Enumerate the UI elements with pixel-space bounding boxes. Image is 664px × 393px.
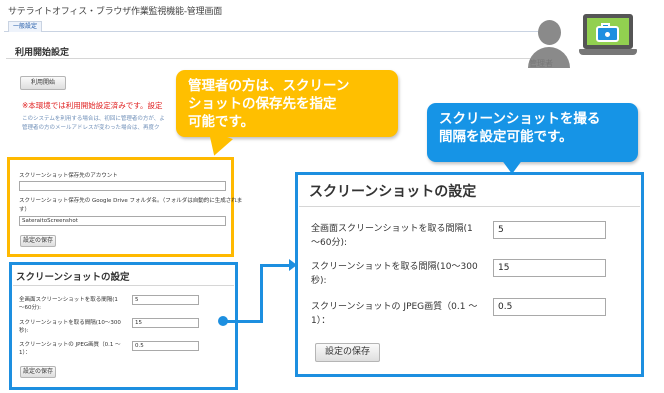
full-interval-label-line: ～60分): <box>19 305 41 311</box>
admin-person-head <box>538 20 561 45</box>
laptop-camera-icon <box>579 13 637 58</box>
app-title: サテライトオフィス・ブラウザ作業監視機能-管理画面 <box>8 7 223 17</box>
zoomed-jpeg-quality-input[interactable]: 0.5 <box>493 298 606 316</box>
zoomed-full-interval-label: 全画面スクリーンショットを取る間隔(1 ～60分): <box>311 222 496 250</box>
usage-warning-text: ※本環境では利用開始設定済みです。設定 <box>22 101 163 110</box>
tab-bar: 一般設定 <box>4 19 544 32</box>
interval-callout-line: 間隔を設定可能です。 <box>439 129 573 145</box>
interval-label-line: スクリーンショットを取る間隔(10～300 <box>19 320 121 326</box>
start-usage-button[interactable]: 利用開始 <box>20 76 66 90</box>
zoomed-jpeg-quality-label: スクリーンショットの JPEG画質（0.1 ～ 1）： <box>311 300 496 328</box>
folder-label-continued: す） <box>19 207 31 213</box>
zoomed-save-button[interactable]: 設定の保存 <box>315 343 380 362</box>
zoomed-settings-divider <box>299 206 640 207</box>
interval-input[interactable]: 15 <box>132 318 199 328</box>
connector-line <box>224 320 263 323</box>
full-interval-label-line: 全画面スクリーンショットを取る間隔(1 <box>19 297 118 303</box>
zoomed-settings-title: スクリーンショットの設定 <box>309 184 477 200</box>
jpeg-quality-input[interactable]: 0.5 <box>132 341 199 351</box>
zoomed-jpeg-quality-label-line: スクリーンショットの JPEG画質（0.1 ～ <box>311 302 478 312</box>
account-input[interactable] <box>19 181 226 191</box>
storage-callout-line: ショットの保存先を指定 <box>188 96 337 112</box>
screenshot-settings-title: スクリーンショットの設定 <box>16 272 130 283</box>
interval-callout-line: スクリーンショットを撮る <box>439 111 601 127</box>
full-interval-input[interactable]: 5 <box>132 295 199 305</box>
zoomed-interval-label: スクリーンショットを取る間隔(10～300 秒): <box>311 260 496 288</box>
interval-label-line: 秒): <box>19 328 29 334</box>
connector-line <box>260 264 292 267</box>
connector-line <box>260 264 263 323</box>
zoomed-full-interval-label-line: ～60分): <box>311 238 347 248</box>
storage-save-button[interactable]: 設定の保存 <box>20 235 56 247</box>
zoomed-jpeg-quality-label-line: 1）： <box>311 316 331 326</box>
usage-section-divider <box>6 58 536 59</box>
admin-label: 管理者 <box>529 59 553 68</box>
interval-callout: スクリーンショットを撮る 間隔を設定可能です。 <box>427 103 638 162</box>
admin-person-icon <box>517 12 577 84</box>
zoomed-full-interval-label-line: 全画面スクリーンショットを取る間隔(1 <box>311 224 473 234</box>
usage-section-title: 利用開始設定 <box>15 48 70 58</box>
full-interval-label: 全画面スクリーンショットを取る間隔(1 ～60分): <box>19 296 118 312</box>
jpeg-quality-label-line: スクリーンショットの JPEG画質（0.1 ～ <box>19 342 121 348</box>
usage-note-line: 管理者の方のメールアドレスが変わった場合は、再度ク <box>22 125 160 131</box>
screenshot-settings-divider <box>13 285 234 286</box>
tab-general[interactable]: 一般設定 <box>8 21 43 32</box>
interval-callout-pointer-icon <box>501 159 523 174</box>
interval-label: スクリーンショットを取る間隔(10～300 秒): <box>19 319 121 335</box>
jpeg-quality-label-line: 1）： <box>19 350 31 356</box>
folder-label: スクリーンショット保存先の Google Drive フォルダ名。（フォルダは自… <box>19 198 243 204</box>
jpeg-quality-label: スクリーンショットの JPEG画質（0.1 ～ 1）： <box>19 341 121 357</box>
laptop-base <box>579 49 637 55</box>
account-label: スクリーンショット保存先のアカウント <box>19 173 118 179</box>
screenshot-save-button[interactable]: 設定の保存 <box>20 366 56 378</box>
folder-name-input[interactable]: SateraitoScreenshot <box>19 216 226 226</box>
storage-callout-line: 可能です。 <box>188 114 255 130</box>
zoomed-full-interval-input[interactable]: 5 <box>493 221 606 239</box>
zoomed-interval-label-line: 秒): <box>311 276 327 286</box>
storage-callout: 管理者の方は、スクリーン ショットの保存先を指定 可能です。 <box>176 70 398 137</box>
zoomed-interval-label-line: スクリーンショットを取る間隔(10～300 <box>311 262 478 272</box>
usage-note-text: このシステムを利用する場合は、初回に管理者の方が、よ 管理者の方のメールアドレス… <box>22 115 192 133</box>
usage-note-line: このシステムを利用する場合は、初回に管理者の方が、よ <box>22 116 165 122</box>
zoomed-interval-input[interactable]: 15 <box>493 259 606 277</box>
camera-lens <box>603 30 612 39</box>
storage-callout-line: 管理者の方は、スクリーン <box>188 78 350 94</box>
